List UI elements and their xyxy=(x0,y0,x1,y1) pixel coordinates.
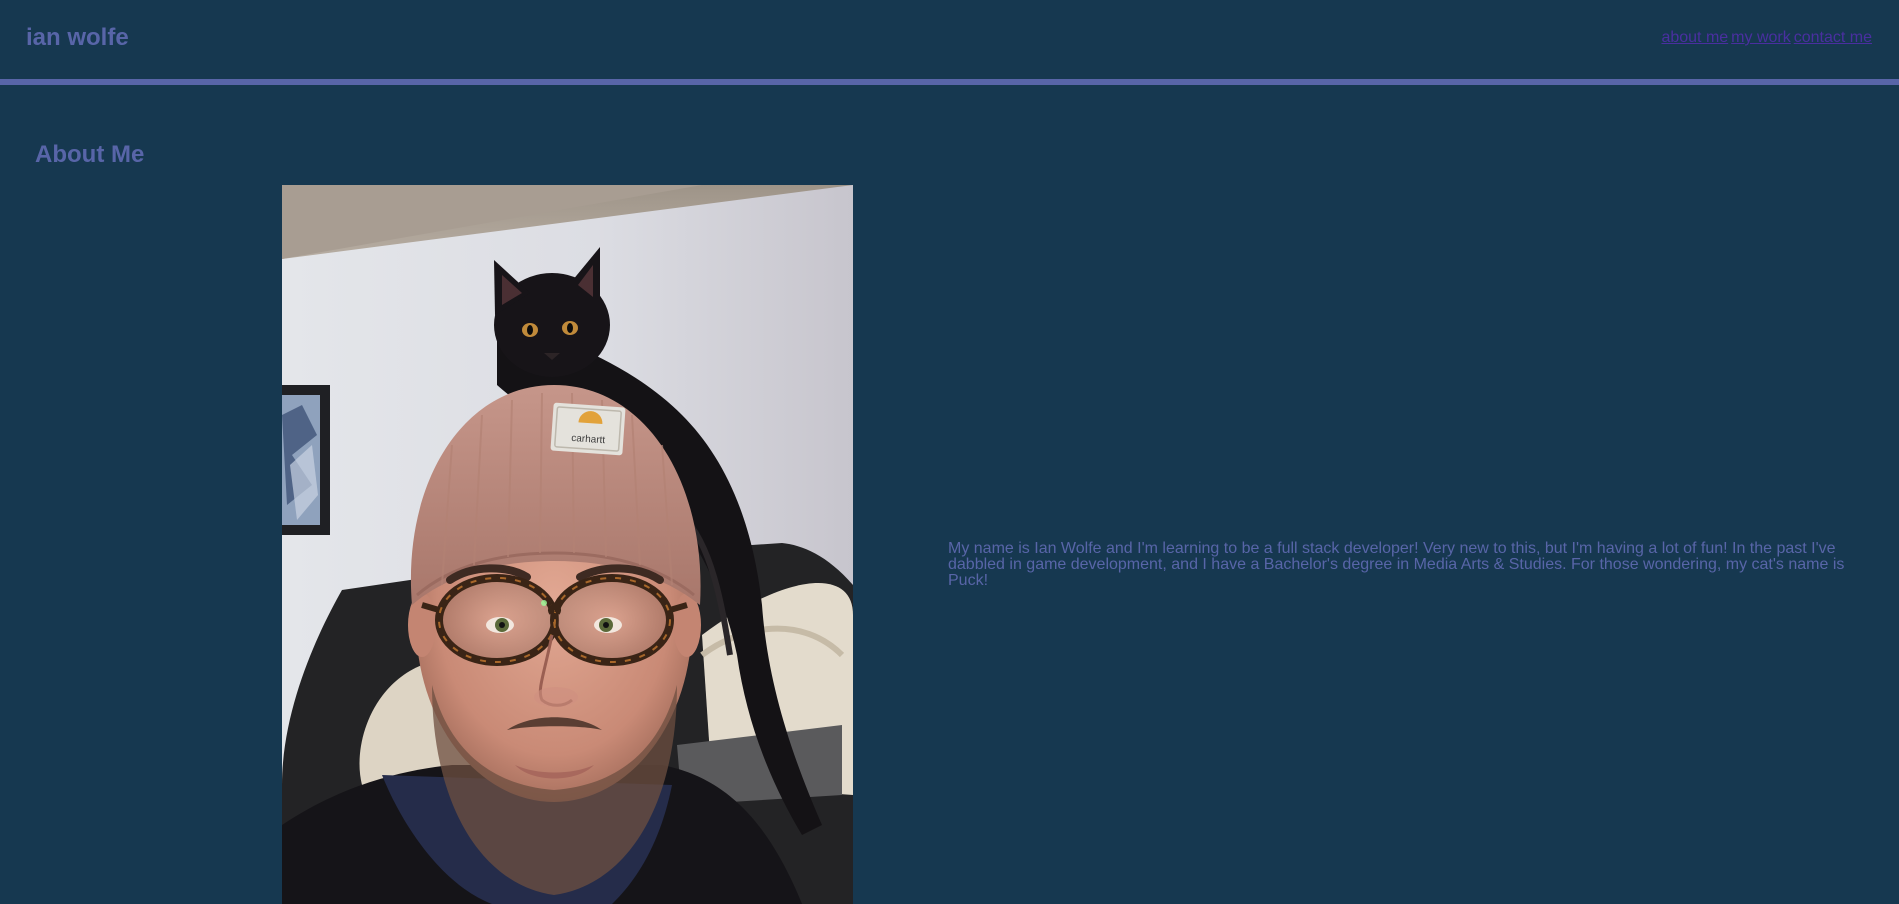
main-nav: about me my work contact me xyxy=(1658,29,1872,47)
nav-link-my-work[interactable]: my work xyxy=(1731,29,1791,46)
header-divider xyxy=(0,79,1899,85)
profile-photo: carhartt xyxy=(282,185,853,904)
profile-photo-illustration: carhartt xyxy=(282,185,853,904)
about-me-heading: About Me xyxy=(35,141,145,168)
nav-link-contact-me[interactable]: contact me xyxy=(1794,29,1872,46)
about-me-bio: My name is Ian Wolfe and I'm learning to… xyxy=(948,540,1845,589)
site-title: ian wolfe xyxy=(26,24,129,51)
nav-link-about-me[interactable]: about me xyxy=(1661,29,1728,46)
site-header: ian wolfe about me my work contact me xyxy=(0,0,1899,79)
